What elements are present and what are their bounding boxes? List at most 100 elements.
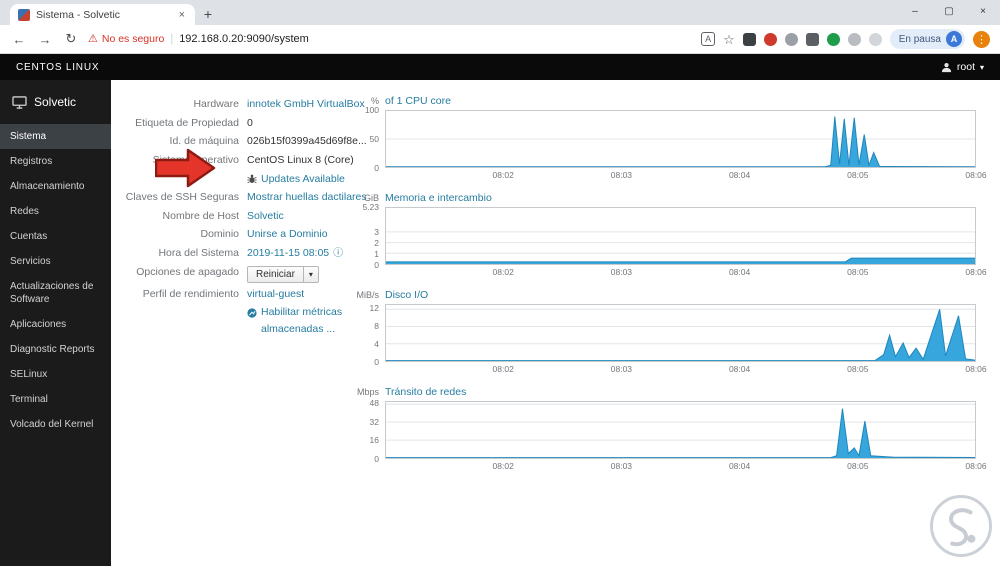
browser-tab-strip: Sistema - Solvetic × + – ▢ × — [0, 0, 1000, 25]
link-hostname[interactable]: Solvetic — [247, 210, 284, 224]
sidebar-item-logs[interactable]: Registros — [0, 149, 111, 174]
browser-profile-chip[interactable]: En pausa A — [889, 29, 965, 49]
tab-close-icon[interactable]: × — [177, 9, 187, 21]
value-asset-tag: 0 — [247, 116, 253, 129]
browser-address-bar: ← → ↻ ⚠ No es seguro | 192.168.0.20:9090… — [0, 25, 1000, 54]
restart-button[interactable]: Reiniciar — [247, 265, 304, 283]
extension-adblock-icon[interactable] — [763, 32, 777, 46]
new-tab-button[interactable]: + — [195, 3, 221, 25]
info-value-hardware: innotek GmbH VirtualBox — [247, 98, 365, 112]
x-tick: 08:04 — [728, 170, 751, 180]
chart-disk: MiB/s Disco I/O 12 8 4 0 08:02 08:03 08:04 08:05 0… — [349, 288, 987, 375]
link-domain[interactable]: Unirse a Dominio — [247, 228, 328, 242]
info-value-asset-tag: 0 — [247, 117, 253, 131]
x-tick: 08:03 — [610, 461, 633, 471]
power-options-group: Reiniciar ▾ — [247, 265, 319, 283]
security-warning[interactable]: ⚠ No es seguro — [88, 33, 164, 45]
value-line2-metrics: almacenadas ... — [261, 323, 342, 337]
x-tick: 08:03 — [610, 267, 633, 277]
security-warning-label: No es seguro — [101, 33, 165, 45]
y-tick: 0 — [374, 163, 379, 173]
cpu-y-axis: 100 50 0 — [349, 105, 379, 173]
link-metrics-2[interactable]: almacenadas ... — [261, 323, 335, 335]
y-tick: 50 — [369, 134, 379, 144]
extension-cloud-icon[interactable] — [784, 32, 798, 46]
sidebar-item-services[interactable]: Servicios — [0, 249, 111, 274]
host-header: Solvetic — [0, 80, 111, 124]
sidebar-item-system[interactable]: Sistema — [0, 124, 111, 149]
info-row-system-time: Hora del Sistema 2019-11-15 08:05 ⓘ — [121, 247, 349, 261]
chart-title-network[interactable]: Tránsito de redes — [385, 386, 466, 398]
extension-green-icon[interactable] — [826, 32, 840, 46]
sidebar-item-networking[interactable]: Redes — [0, 199, 111, 224]
info-row-ssh-keys: Claves de SSH Seguras Mostrar huellas dac… — [121, 191, 367, 205]
sidebar-item-diagnostic-reports[interactable]: Diagnostic Reports — [0, 337, 111, 362]
x-tick: 08:05 — [847, 267, 869, 277]
restart-dropdown-button[interactable]: ▾ — [303, 265, 319, 283]
link-updates[interactable]: Updates Available — [261, 173, 345, 187]
browser-tab[interactable]: Sistema - Solvetic × — [10, 4, 195, 25]
time-info-icon[interactable]: ⓘ — [333, 247, 343, 260]
sidebar-item-storage[interactable]: Almacenamiento — [0, 174, 111, 199]
chart-title-disk[interactable]: Disco I/O — [385, 289, 428, 301]
sidebar-item-software-updates[interactable]: Actualizaciones de Software — [0, 274, 111, 312]
x-tick: 08:02 — [492, 170, 514, 180]
info-row-machine-id: Id. de máquina 026b15f0399a45d69f8e... — [121, 135, 367, 149]
sidebar-item-kernel-dump[interactable]: Volcado del Kernel — [0, 412, 111, 437]
addr-toolbar-icons: A ☆ — [701, 32, 882, 46]
sidebar-item-selinux[interactable]: SELinux — [0, 362, 111, 387]
info-value-hostname: Solvetic — [247, 210, 284, 224]
y-tick: 0 — [374, 260, 379, 270]
y-tick: 100 — [364, 105, 379, 115]
disk-unit-label: MiB/s — [356, 290, 380, 300]
back-icon[interactable]: ← — [10, 32, 28, 47]
link-metrics[interactable]: Habilitar métricas — [261, 306, 342, 320]
sidebar-item-applications[interactable]: Aplicaciones — [0, 312, 111, 337]
y-tick: 2 — [374, 237, 379, 248]
x-tick: 08:06 — [965, 267, 987, 277]
forward-icon[interactable]: → — [36, 32, 54, 47]
info-label-asset-tag: Etiqueta de Propiedad — [135, 116, 239, 129]
omnibox-separator: | — [170, 33, 174, 45]
sidebar-item-accounts[interactable]: Cuentas — [0, 224, 111, 249]
translate-icon[interactable]: A — [701, 32, 716, 46]
extension-pen-icon[interactable] — [847, 32, 861, 46]
minimize-icon[interactable]: – — [898, 0, 932, 25]
chart-plot-network — [385, 401, 976, 459]
extension-card-icon[interactable] — [742, 32, 756, 46]
user-menu[interactable]: root ▾ — [941, 61, 1000, 73]
link-performance-profile[interactable]: virtual-guest — [247, 288, 304, 302]
maximize-icon[interactable]: ▢ — [932, 0, 966, 25]
chart-plot-disk — [385, 304, 976, 362]
y-tick: 0 — [374, 357, 379, 367]
close-window-icon[interactable]: × — [966, 0, 1000, 25]
main-content: Hardware innotek GmbH VirtualBox Etiqueta … — [111, 80, 1000, 566]
info-value-domain: Unirse a Dominio — [247, 228, 328, 242]
network-x-axis: 08:02 08:03 08:04 08:05 08:06 — [385, 459, 987, 472]
info-value-power-options: Reiniciar ▾ — [247, 265, 319, 283]
x-tick: 08:03 — [610, 364, 633, 374]
sidebar-item-terminal[interactable]: Terminal — [0, 387, 111, 412]
chart-title-cpu[interactable]: of 1 CPU core — [385, 95, 451, 107]
link-system-time[interactable]: 2019-11-15 08:05 — [247, 247, 329, 261]
url-text[interactable]: 192.168.0.20:9090/system — [179, 33, 309, 45]
browser-menu-icon[interactable]: ⋮ — [973, 30, 990, 48]
info-label-domain: Dominio — [200, 228, 239, 241]
omnibox[interactable]: ⚠ No es seguro | 192.168.0.20:9090/syste… — [88, 33, 309, 45]
link-hardware[interactable]: innotek GmbH VirtualBox — [247, 98, 365, 112]
x-tick: 08:02 — [492, 267, 514, 277]
reload-icon[interactable]: ↻ — [62, 31, 80, 47]
server-icon — [12, 95, 27, 109]
info-row-hardware: Hardware innotek GmbH VirtualBox — [121, 98, 364, 112]
bookmark-star-icon[interactable]: ☆ — [723, 33, 735, 46]
info-row-asset-tag: Etiqueta de Propiedad 0 — [121, 117, 349, 131]
metrics-icon — [247, 308, 257, 318]
chart-title-memory[interactable]: Memoria e intercambio — [385, 192, 492, 204]
extension-dark-icon[interactable] — [805, 32, 819, 46]
y-tick: 1 — [374, 248, 379, 259]
x-tick: 08:06 — [965, 461, 987, 471]
memory-y-axis: 5.23 3 2 1 0 — [349, 202, 379, 270]
sidebar-nav: Sistema Registros Almacenamiento Redes Cuent… — [0, 124, 111, 437]
extension-pin-icon[interactable] — [868, 32, 882, 46]
x-tick: 08:02 — [492, 461, 514, 471]
